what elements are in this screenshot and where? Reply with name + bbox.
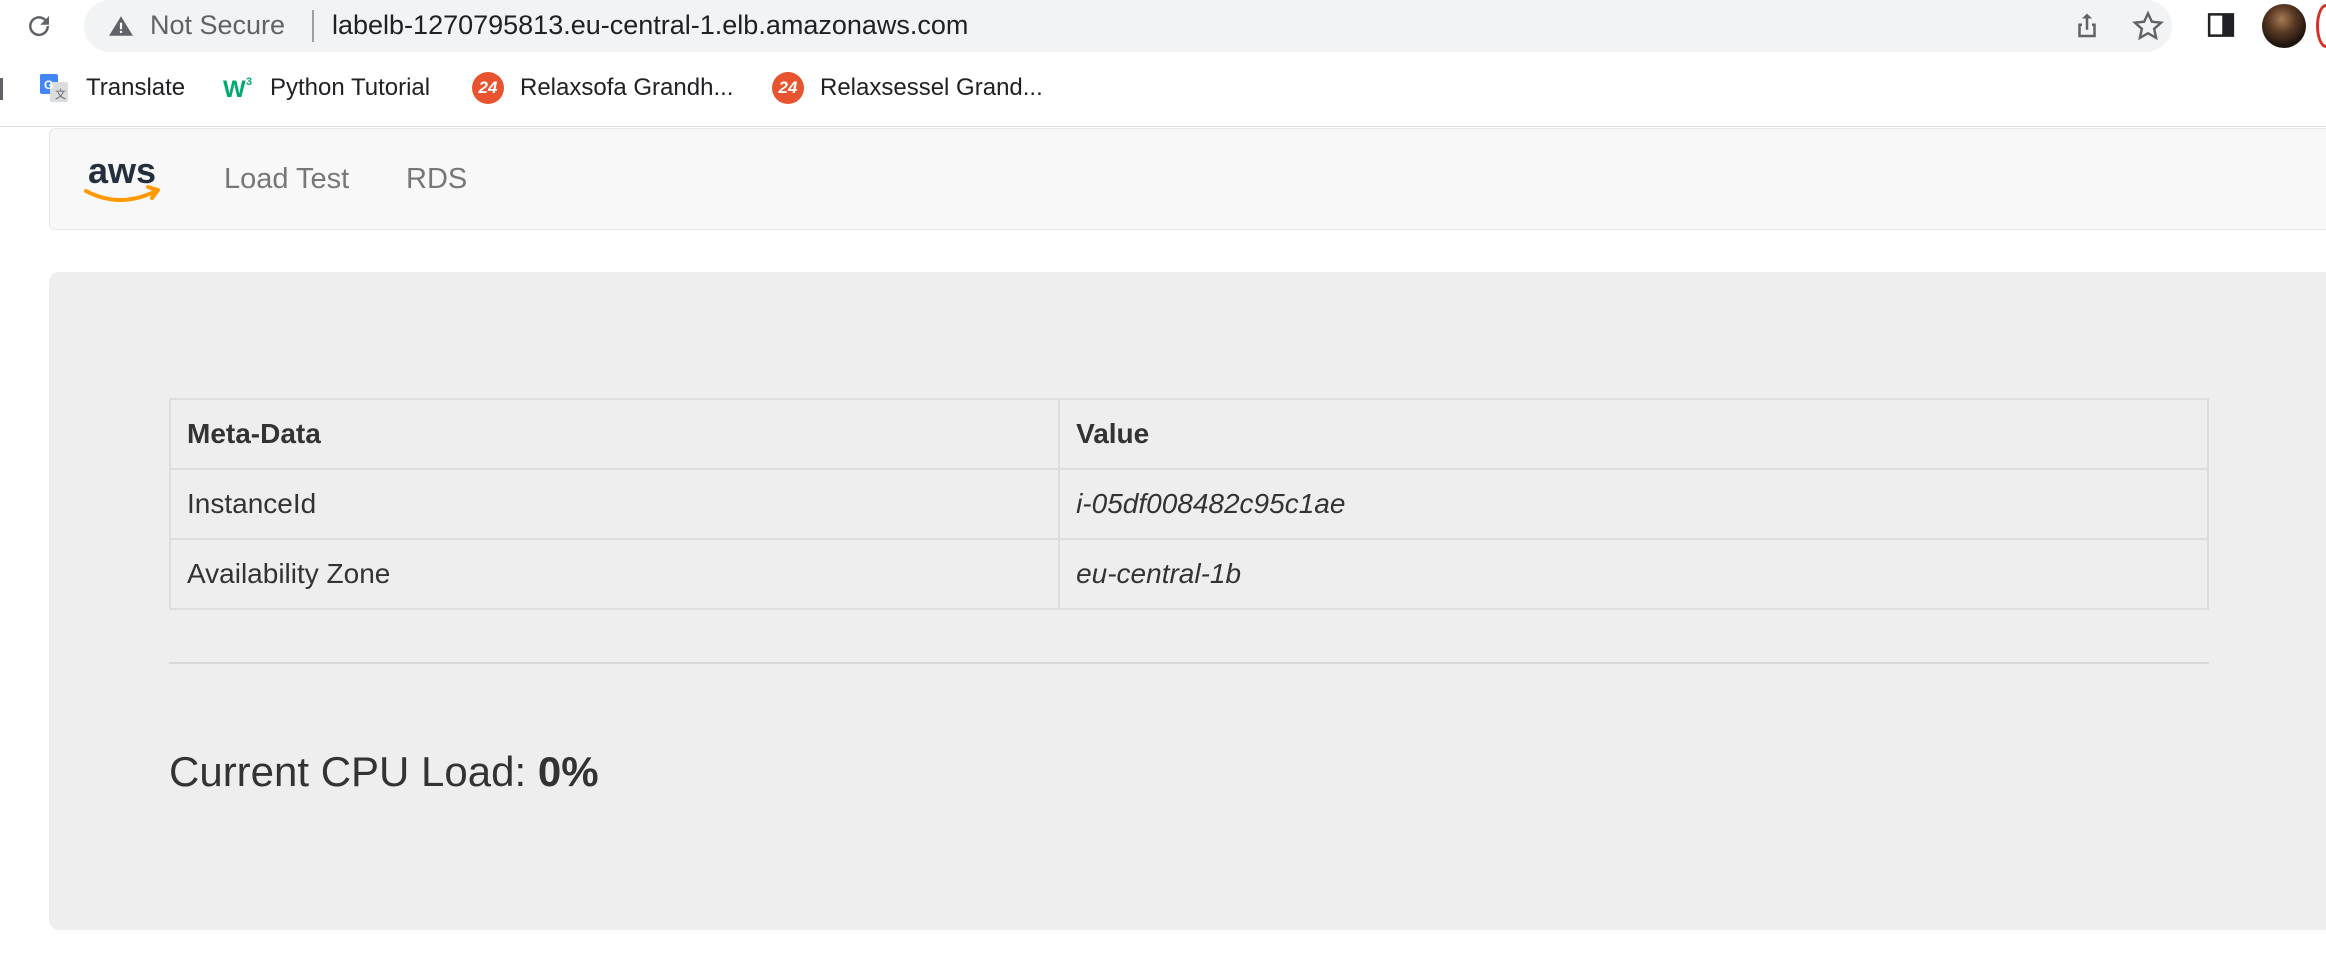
bookmark-label: Relaxsofa Grandh... — [520, 74, 734, 101]
nav-link-rds[interactable]: RDS — [406, 163, 467, 196]
section-divider — [169, 662, 2209, 664]
google-translate-icon: G文 — [38, 72, 70, 104]
meta-key: Availability Zone — [168, 538, 1061, 610]
browser-divider — [0, 126, 2326, 127]
svg-text:W: W — [223, 76, 246, 103]
24-icon: 24 — [472, 72, 504, 104]
bookmark-relaxsessel[interactable]: 24 Relaxsessel Grand... — [772, 64, 1043, 112]
cpu-load-value: 0% — [537, 748, 599, 795]
bookmark-relaxsofa[interactable]: 24 Relaxsofa Grandh... — [472, 64, 733, 112]
meta-key: InstanceId — [168, 468, 1061, 540]
reload-icon[interactable] — [22, 11, 56, 41]
meta-value: eu-central-1b — [1058, 538, 2209, 610]
bookmarks-bar: G文 Translate W3 Python Tutorial 24 Relax… — [0, 64, 2326, 112]
nav-link-load-test[interactable]: Load Test — [224, 163, 349, 196]
bookmark-python-tutorial[interactable]: W3 Python Tutorial — [222, 64, 430, 112]
metadata-table: Meta-Data Value InstanceId i-05df008482c… — [168, 398, 2209, 610]
address-bar[interactable]: Not Secure labelb-1270795813.eu-central-… — [84, 0, 2172, 52]
table-row: InstanceId i-05df008482c95c1ae — [168, 468, 2209, 540]
cpu-load-label: Current CPU Load: — [169, 748, 527, 795]
aws-logo[interactable]: aws — [80, 151, 164, 207]
url-text[interactable]: labelb-1270795813.eu-central-1.elb.amazo… — [332, 10, 968, 41]
side-panel-icon[interactable] — [2206, 10, 2236, 40]
svg-text:文: 文 — [55, 87, 66, 101]
w3schools-icon: W3 — [222, 72, 254, 104]
main-panel: Meta-Data Value InstanceId i-05df008482c… — [49, 272, 2326, 930]
meta-value: i-05df008482c95c1ae — [1058, 468, 2209, 540]
column-header: Meta-Data — [168, 398, 1061, 470]
profile-ring — [2316, 4, 2326, 48]
table-row: Availability Zone eu-central-1b — [168, 538, 2209, 610]
warning-icon[interactable] — [108, 13, 134, 39]
security-label[interactable]: Not Secure — [150, 10, 285, 41]
omnibox-divider — [312, 10, 314, 42]
star-icon[interactable] — [2132, 10, 2164, 42]
24-icon: 24 — [772, 72, 804, 104]
share-icon[interactable] — [2072, 10, 2102, 42]
bookmark-translate[interactable]: G文 Translate — [38, 64, 185, 112]
cpu-load-readout: Current CPU Load: 0% — [169, 748, 599, 796]
bookmark-label: Relaxsessel Grand... — [820, 74, 1043, 101]
svg-text:aws: aws — [88, 151, 156, 191]
browser-toolbar: Not Secure labelb-1270795813.eu-central-… — [0, 0, 2326, 52]
svg-text:G: G — [44, 78, 53, 92]
bookmark-label: Translate — [86, 74, 186, 101]
profile-avatar[interactable] — [2262, 4, 2306, 48]
svg-text:3: 3 — [246, 76, 252, 88]
bookmark-label: Python Tutorial — [270, 74, 431, 101]
table-header-row: Meta-Data Value — [168, 398, 2209, 470]
column-header: Value — [1058, 398, 2209, 470]
page-navbar: aws Load Test RDS — [49, 128, 2326, 230]
bookmark-overflow-edge — [0, 78, 3, 100]
